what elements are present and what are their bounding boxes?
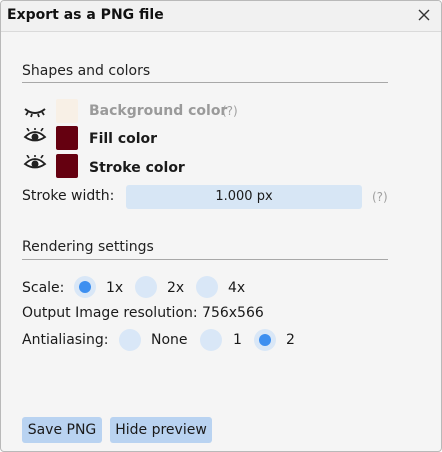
antialiasing-option-2: 2 xyxy=(286,332,295,348)
antialiasing-radio-2[interactable] xyxy=(254,329,276,351)
export-png-dialog: Export as a PNG file Shapes and colors B… xyxy=(0,0,442,452)
shapes-section-title: Shapes and colors xyxy=(22,63,151,79)
section-divider xyxy=(22,82,388,83)
eye-closed-icon[interactable] xyxy=(23,104,47,120)
scale-option-2x: 2x xyxy=(167,280,185,296)
save-png-button[interactable]: Save PNG xyxy=(22,417,102,443)
background-help[interactable]: (?) xyxy=(222,104,238,118)
stroke-width-input[interactable]: 1.000 px xyxy=(126,185,362,209)
titlebar: Export as a PNG file xyxy=(1,1,441,32)
antialiasing-radio-1[interactable] xyxy=(200,329,222,351)
antialiasing-radio-none[interactable] xyxy=(119,329,141,351)
stroke-color-label: Stroke color xyxy=(89,160,185,176)
rendering-section-title: Rendering settings xyxy=(22,239,154,255)
output-resolution: Output Image resolution: 756x566 xyxy=(22,305,264,321)
fill-color-swatch[interactable] xyxy=(56,126,78,150)
scale-radio-2x[interactable] xyxy=(135,276,157,298)
stroke-width-help[interactable]: (?) xyxy=(372,190,388,204)
close-icon[interactable] xyxy=(415,6,433,24)
scale-option-1x: 1x xyxy=(106,280,124,296)
antialiasing-option-none: None xyxy=(151,332,188,348)
fill-color-label: Fill color xyxy=(89,131,158,147)
dialog-title: Export as a PNG file xyxy=(7,7,164,23)
scale-radio-4x[interactable] xyxy=(196,276,218,298)
eye-open-icon[interactable] xyxy=(23,154,47,171)
scale-radio-1x[interactable] xyxy=(74,276,96,298)
hide-preview-button[interactable]: Hide preview xyxy=(110,417,212,443)
section-divider xyxy=(22,259,388,260)
background-color-label: Background color xyxy=(89,103,228,119)
eye-open-icon[interactable] xyxy=(23,127,47,144)
scale-label: Scale: xyxy=(22,280,65,296)
stroke-width-label: Stroke width: xyxy=(22,188,115,204)
background-color-swatch[interactable] xyxy=(56,99,78,123)
scale-option-4x: 4x xyxy=(228,280,246,296)
antialiasing-option-1: 1 xyxy=(233,332,242,348)
stroke-color-swatch[interactable] xyxy=(56,154,78,178)
antialiasing-label: Antialiasing: xyxy=(22,332,109,348)
